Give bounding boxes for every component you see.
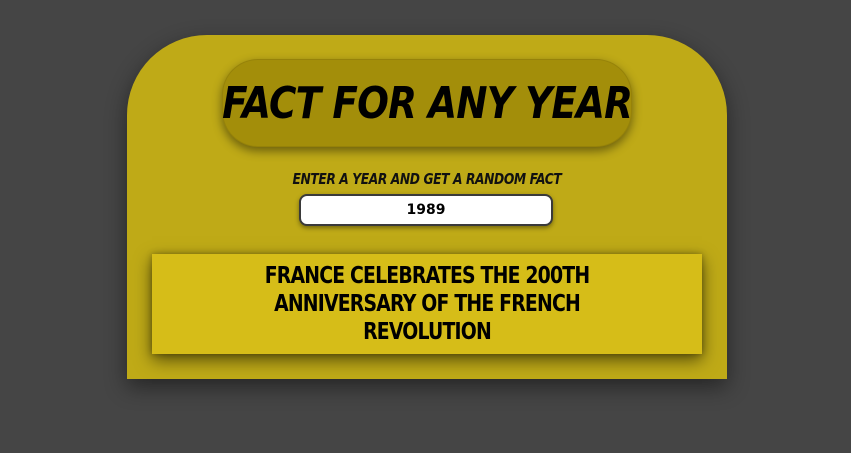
page-title: Fact for any year <box>222 77 633 129</box>
page: Fact for any year Enter a year and get a… <box>0 0 851 453</box>
year-input[interactable] <box>299 194 553 226</box>
fact-result-text: France celebrates the 200th anniversary … <box>264 263 590 345</box>
fact-card: Fact for any year Enter a year and get a… <box>127 35 727 379</box>
instructions-text: Enter a year and get a random fact <box>292 170 562 188</box>
title-banner: Fact for any year <box>222 59 633 147</box>
instructions-label: Enter a year and get a random fact <box>127 170 727 188</box>
fact-result-box: France celebrates the 200th anniversary … <box>152 254 702 354</box>
